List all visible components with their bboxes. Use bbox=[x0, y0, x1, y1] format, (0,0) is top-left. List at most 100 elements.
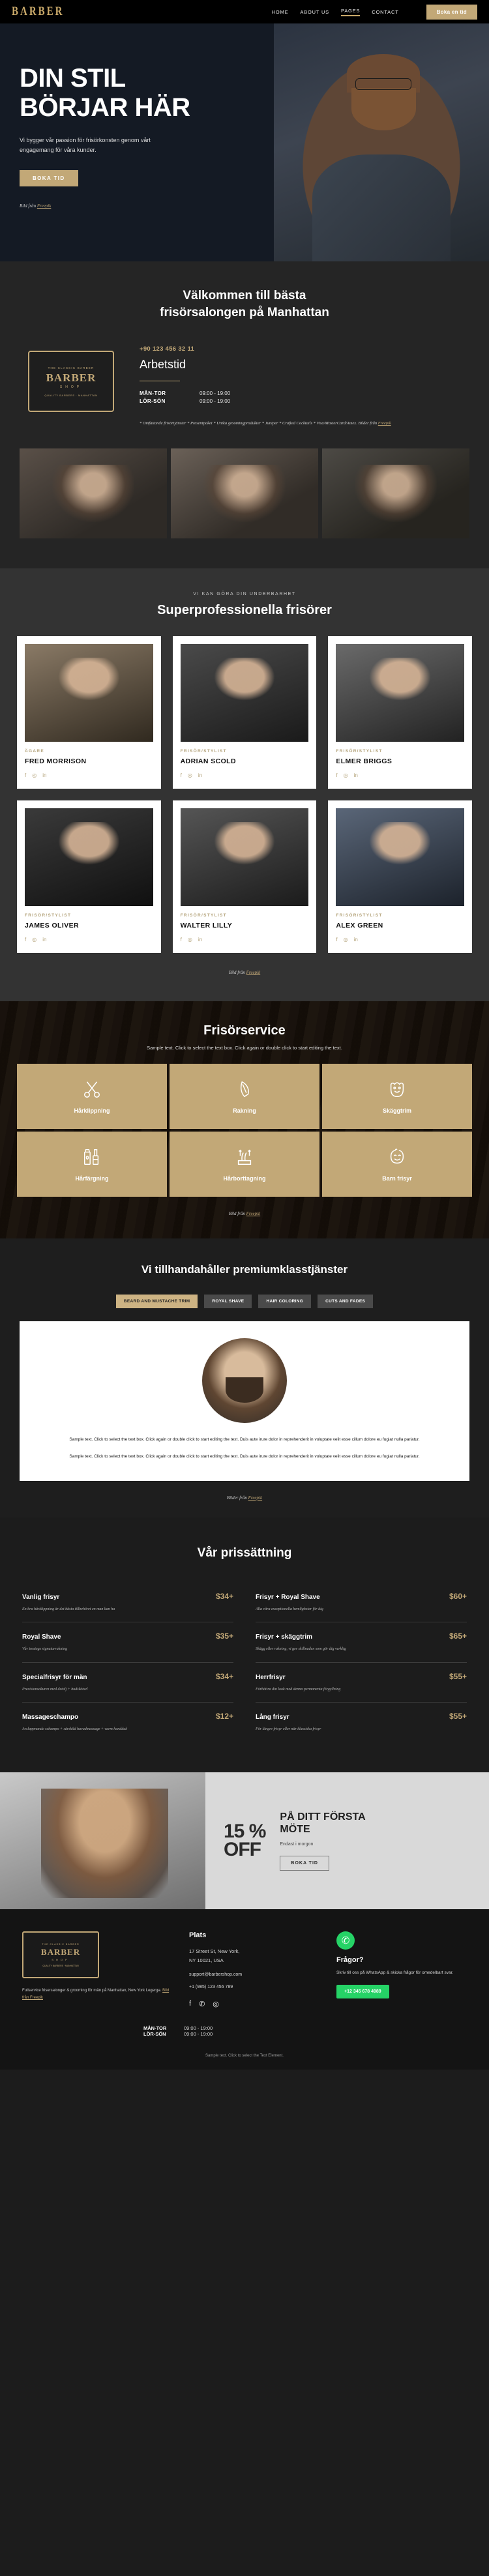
member-name: JAMES OLIVER bbox=[25, 922, 79, 930]
gallery-image-3 bbox=[322, 448, 469, 539]
instagram-icon[interactable]: ◎ bbox=[344, 772, 348, 778]
promo-book-button[interactable]: BOKA TID bbox=[280, 1856, 329, 1871]
facebook-icon[interactable]: f bbox=[181, 772, 182, 778]
price-cost: $12+ bbox=[215, 1712, 233, 1721]
service-card-skaggtrim[interactable]: Skäggtrim bbox=[322, 1064, 472, 1130]
price-desc: En bra hårklippning är det bästa tillbeh… bbox=[22, 1607, 115, 1611]
price-name: Vanlig frisyr bbox=[22, 1593, 60, 1601]
promo-subtitle: Endast i morgon bbox=[280, 1842, 314, 1847]
linkedin-icon[interactable]: in bbox=[198, 772, 202, 778]
service-card-rakning[interactable]: Rakning bbox=[170, 1064, 319, 1130]
beard-icon bbox=[390, 1082, 404, 1097]
welcome-note-link[interactable]: Freepik bbox=[378, 421, 391, 426]
footer-phone[interactable]: +1 (985) 123 456 789 bbox=[189, 1985, 319, 1989]
pricing-section: Vår prissättning Vanlig frisyr $34+ En b… bbox=[0, 1517, 489, 1773]
member-role: FRISÖR/STYLIST bbox=[336, 749, 383, 754]
instagram-icon[interactable]: ◎ bbox=[188, 937, 192, 943]
whatsapp-button[interactable]: +12 345 678 4989 bbox=[336, 1984, 389, 1998]
service-card-barn-frisyr[interactable]: Barn frisyr bbox=[322, 1132, 472, 1197]
phone-icon[interactable]: ✆ bbox=[199, 2000, 205, 2008]
facebook-icon[interactable]: f bbox=[25, 772, 26, 778]
tab-hair-coloring[interactable]: HAIR COLORING bbox=[258, 1295, 312, 1309]
premium-image-credit: Bilder från Freepik bbox=[0, 1495, 489, 1500]
nav-item-about-us[interactable]: ABOUT US bbox=[300, 9, 329, 15]
price-cost: $55+ bbox=[449, 1712, 467, 1721]
footer-about: Fullservice frisersalonger & grooming fö… bbox=[22, 1987, 172, 2002]
credit-link[interactable]: Freepik bbox=[248, 1495, 263, 1500]
footer-email[interactable]: support@barbershop.com bbox=[189, 1972, 319, 1977]
facebook-icon[interactable]: f bbox=[181, 937, 182, 943]
footer-place-title: Plats bbox=[189, 1931, 207, 1940]
footer-hours-time: 09:00 - 19:00 bbox=[184, 2031, 213, 2038]
footer-emblem-main: BARBER bbox=[40, 1946, 81, 1957]
linkedin-icon[interactable]: in bbox=[354, 772, 358, 778]
footer-hours-row: LÖR-SÖN 09:00 - 19:00 bbox=[143, 2031, 213, 2037]
instagram-icon[interactable]: ◎ bbox=[32, 772, 37, 778]
promo-title: PÅ DITT FÖRSTA MÖTE bbox=[280, 1811, 365, 1836]
nav-item-contact[interactable]: CONTACT bbox=[372, 9, 398, 15]
welcome-title-line2: frisörsalongen på Manhattan bbox=[160, 305, 329, 319]
facebook-icon[interactable]: f bbox=[336, 937, 337, 943]
team-member-card[interactable]: ÄGARE FRED MORRISON f ◎ in bbox=[17, 636, 161, 789]
team-member-card[interactable]: FRISÖR/STYLIST ALEX GREEN f ◎ in bbox=[328, 800, 472, 954]
credit-link[interactable]: Freepik bbox=[37, 203, 52, 209]
tab-royal-shave[interactable]: ROYAL SHAVE bbox=[204, 1295, 252, 1309]
linkedin-icon[interactable]: in bbox=[354, 937, 358, 943]
premium-title: Vi tillhandahåller premiumklasstjänster bbox=[141, 1263, 348, 1276]
pricing-grid: Vanlig frisyr $34+ En bra hårklippning ä… bbox=[0, 1560, 489, 1742]
team-member-card[interactable]: FRISÖR/STYLIST JAMES OLIVER f ◎ in bbox=[17, 800, 161, 954]
team-member-card[interactable]: FRISÖR/STYLIST ELMER BRIGGS f ◎ in bbox=[328, 636, 472, 789]
price-name: Frisyr + skäggtrim bbox=[256, 1633, 312, 1641]
facebook-icon[interactable]: f bbox=[336, 772, 337, 778]
price-name: Specialfrisyr för män bbox=[22, 1673, 87, 1681]
facebook-icon[interactable]: f bbox=[25, 937, 26, 943]
tab-cuts-and-fades[interactable]: CUTS AND FADES bbox=[318, 1295, 374, 1309]
credit-prefix: Bild från bbox=[228, 1211, 246, 1217]
instagram-icon[interactable]: ◎ bbox=[188, 772, 192, 778]
credit-link[interactable]: Freepik bbox=[246, 970, 261, 975]
team-member-card[interactable]: FRISÖR/STYLIST WALTER LILLY f ◎ in bbox=[172, 800, 317, 954]
tab-beard-and-mustache-trim[interactable]: BEARD AND MUSTACHE TRIM bbox=[115, 1295, 198, 1309]
pricing-title: Vår prissättning bbox=[197, 1545, 292, 1560]
hours-days: LÖR-SÖN bbox=[140, 398, 166, 405]
services-section: Frisörservice Sample text. Click to sele… bbox=[0, 1001, 489, 1238]
footer-hours: MÅN-TOR 09:00 - 19:00 LÖR-SÖN 09:00 - 19… bbox=[0, 2025, 489, 2037]
welcome-phone[interactable]: +90 123 456 32 11 bbox=[140, 345, 467, 353]
price-desc: Vår trestegs signaturrakning bbox=[22, 1647, 68, 1652]
hero-book-button[interactable]: BOKA TID bbox=[20, 170, 78, 187]
footer-about-text: Fullservice frisersalonger & grooming fö… bbox=[22, 1989, 163, 1993]
hair-dye-icon bbox=[84, 1149, 99, 1165]
footer-address-line1: 17 Street St, New York, bbox=[189, 1948, 240, 1955]
emblem-shop-text: SHOP bbox=[59, 385, 83, 389]
barber-shop-emblem: THE CLASSIC BARBER BARBER SHOP QUALITY B… bbox=[22, 345, 120, 417]
hero-subtitle: Vi bygger vår passion för frisörkonsten … bbox=[20, 136, 151, 154]
linkedin-icon[interactable]: in bbox=[198, 937, 202, 943]
credit-link[interactable]: Freepik bbox=[246, 1211, 261, 1216]
emblem-main-text: BARBER bbox=[46, 371, 96, 384]
instagram-icon[interactable]: ◎ bbox=[32, 937, 37, 943]
welcome-note-text: * Omfattande frisörtjänster * Presentpak… bbox=[140, 421, 378, 426]
nav-item-pages[interactable]: PAGES bbox=[340, 8, 361, 16]
welcome-title: Välkommen till bästa frisörsalongen på M… bbox=[0, 287, 489, 321]
nav-item-home[interactable]: HOME bbox=[272, 9, 289, 15]
instagram-icon[interactable]: ◎ bbox=[213, 2000, 219, 2008]
footer-bottom-text: Sample text. Click to select the Text El… bbox=[205, 2054, 284, 2058]
team-member-card[interactable]: FRISÖR/STYLIST ADRIAN SCOLD f ◎ in bbox=[172, 636, 317, 789]
linkedin-icon[interactable]: in bbox=[42, 937, 46, 943]
facebook-icon[interactable]: f bbox=[189, 2000, 191, 2008]
site-logo[interactable]: BARBER bbox=[12, 5, 65, 18]
price-item: Specialfrisyr för män $34+ Precisionsaku… bbox=[22, 1663, 233, 1703]
whatsapp-icon[interactable]: ✆ bbox=[336, 1931, 355, 1950]
hero-title: DIN STIL BÖRJAR HÄR bbox=[20, 64, 489, 123]
member-photo bbox=[336, 808, 464, 907]
service-card-harborttagning[interactable]: Hårborttagning bbox=[170, 1132, 319, 1197]
footer-address-line2: NY 10021, USA bbox=[189, 1957, 224, 1963]
service-card-harklippning[interactable]: Hårklippning bbox=[17, 1064, 167, 1130]
footer-question-title: Frågor? bbox=[336, 1956, 364, 1965]
book-appointment-button[interactable]: Boka en tid bbox=[426, 4, 477, 20]
service-label: Skäggtrim bbox=[382, 1107, 411, 1114]
linkedin-icon[interactable]: in bbox=[42, 772, 46, 778]
service-card-harfargning[interactable]: Hårfärgning bbox=[17, 1132, 167, 1197]
instagram-icon[interactable]: ◎ bbox=[344, 937, 348, 943]
footer-hours-row: MÅN-TOR 09:00 - 19:00 bbox=[143, 2025, 213, 2031]
